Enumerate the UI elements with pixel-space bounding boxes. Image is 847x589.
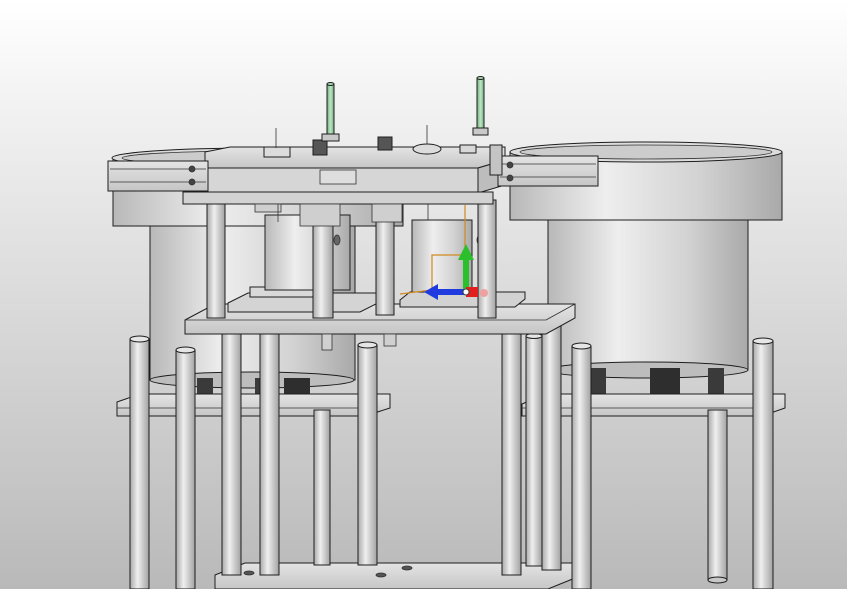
right-pneumatic-tube-fitting[interactable] — [472, 76, 489, 136]
3d-viewport[interactable] — [0, 0, 847, 589]
left-linear-slide[interactable] — [107, 160, 209, 192]
left-pneumatic-tube-fitting[interactable] — [321, 82, 340, 142]
cad-model-scene[interactable] — [0, 0, 847, 589]
triad-origin-icon[interactable] — [462, 288, 470, 296]
central-motor-blocks[interactable] — [264, 214, 484, 293]
left-support-plate[interactable] — [116, 393, 391, 417]
